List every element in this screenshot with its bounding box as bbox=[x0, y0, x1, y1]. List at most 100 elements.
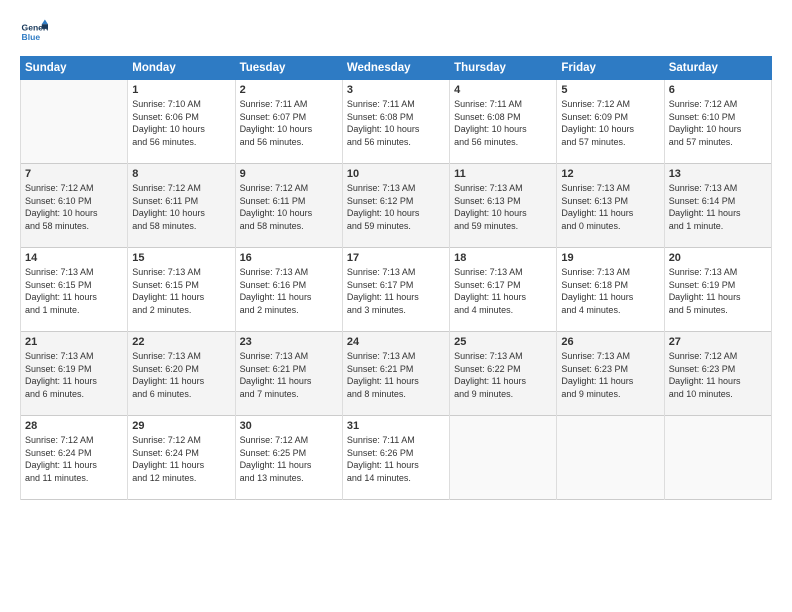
day-cell: 11Sunrise: 7:13 AM Sunset: 6:13 PM Dayli… bbox=[450, 164, 557, 248]
day-number: 21 bbox=[25, 336, 123, 348]
day-info: Sunrise: 7:13 AM Sunset: 6:20 PM Dayligh… bbox=[132, 350, 230, 400]
day-number: 29 bbox=[132, 420, 230, 432]
day-cell: 23 Sunrise: 7:13 AM Sunset: 6:21 PM Dayli… bbox=[235, 332, 342, 416]
day-info: Sunrise: 7:13 AM Sunset: 6:12 PM Dayligh… bbox=[347, 182, 445, 232]
day-cell: 30 Sunrise: 7:12 AM Sunset: 6:25 PM Dayli… bbox=[235, 416, 342, 500]
day-info: Sunrise: 7:13 AM Sunset: 6:15 PM Dayligh… bbox=[25, 266, 123, 316]
day-info: Sunrise: 7:13 AM Sunset: 6:17 PM Dayligh… bbox=[347, 266, 445, 316]
day-cell: 27Sunrise: 7:12 AM Sunset: 6:23 PM Dayli… bbox=[664, 332, 771, 416]
day-cell: 22 Sunrise: 7:13 AM Sunset: 6:20 PM Dayli… bbox=[128, 332, 235, 416]
day-number: 5 bbox=[561, 84, 659, 96]
weekday-sunday: Sunday bbox=[21, 57, 128, 80]
day-info: Sunrise: 7:10 AM Sunset: 6:06 PM Dayligh… bbox=[132, 98, 230, 148]
day-info: Sunrise: 7:13 AM Sunset: 6:17 PM Dayligh… bbox=[454, 266, 552, 316]
day-cell: 20 Sunrise: 7:13 AM Sunset: 6:19 PM Dayli… bbox=[664, 248, 771, 332]
day-number: 25 bbox=[454, 336, 552, 348]
day-number: 9 bbox=[240, 168, 338, 180]
day-number: 12 bbox=[561, 168, 659, 180]
day-cell bbox=[450, 416, 557, 500]
day-info: Sunrise: 7:13 AM Sunset: 6:19 PM Dayligh… bbox=[25, 350, 123, 400]
day-cell: 14Sunrise: 7:13 AM Sunset: 6:15 PM Dayli… bbox=[21, 248, 128, 332]
logo-icon: General Blue bbox=[20, 18, 48, 46]
header: General Blue bbox=[20, 18, 772, 46]
day-info: Sunrise: 7:12 AM Sunset: 6:24 PM Dayligh… bbox=[25, 434, 123, 484]
day-info: Sunrise: 7:12 AM Sunset: 6:09 PM Dayligh… bbox=[561, 98, 659, 148]
day-info: Sunrise: 7:11 AM Sunset: 6:08 PM Dayligh… bbox=[347, 98, 445, 148]
day-info: Sunrise: 7:11 AM Sunset: 6:07 PM Dayligh… bbox=[240, 98, 338, 148]
day-info: Sunrise: 7:12 AM Sunset: 6:23 PM Dayligh… bbox=[669, 350, 767, 400]
day-cell: 6 Sunrise: 7:12 AM Sunset: 6:10 PM Daylig… bbox=[664, 80, 771, 164]
day-cell: 2 Sunrise: 7:11 AM Sunset: 6:07 PM Daylig… bbox=[235, 80, 342, 164]
day-cell: 24 Sunrise: 7:13 AM Sunset: 6:21 PM Dayli… bbox=[342, 332, 449, 416]
day-info: Sunrise: 7:13 AM Sunset: 6:14 PM Dayligh… bbox=[669, 182, 767, 232]
day-info: Sunrise: 7:12 AM Sunset: 6:25 PM Dayligh… bbox=[240, 434, 338, 484]
day-cell bbox=[664, 416, 771, 500]
day-info: Sunrise: 7:13 AM Sunset: 6:19 PM Dayligh… bbox=[669, 266, 767, 316]
day-info: Sunrise: 7:13 AM Sunset: 6:22 PM Dayligh… bbox=[454, 350, 552, 400]
day-info: Sunrise: 7:12 AM Sunset: 6:11 PM Dayligh… bbox=[240, 182, 338, 232]
weekday-tuesday: Tuesday bbox=[235, 57, 342, 80]
day-number: 7 bbox=[25, 168, 123, 180]
day-info: Sunrise: 7:13 AM Sunset: 6:16 PM Dayligh… bbox=[240, 266, 338, 316]
day-cell: 3 Sunrise: 7:11 AM Sunset: 6:08 PM Daylig… bbox=[342, 80, 449, 164]
day-info: Sunrise: 7:13 AM Sunset: 6:21 PM Dayligh… bbox=[347, 350, 445, 400]
day-cell: 31 Sunrise: 7:11 AM Sunset: 6:26 PM Dayli… bbox=[342, 416, 449, 500]
calendar-table: SundayMondayTuesdayWednesdayThursdayFrid… bbox=[20, 56, 772, 500]
weekday-monday: Monday bbox=[128, 57, 235, 80]
day-cell: 7 Sunrise: 7:12 AM Sunset: 6:10 PM Daylig… bbox=[21, 164, 128, 248]
week-row-4: 21 Sunrise: 7:13 AM Sunset: 6:19 PM Dayli… bbox=[21, 332, 772, 416]
day-info: Sunrise: 7:11 AM Sunset: 6:26 PM Dayligh… bbox=[347, 434, 445, 484]
day-number: 2 bbox=[240, 84, 338, 96]
week-row-1: 1 Sunrise: 7:10 AM Sunset: 6:06 PM Daylig… bbox=[21, 80, 772, 164]
week-row-3: 14Sunrise: 7:13 AM Sunset: 6:15 PM Dayli… bbox=[21, 248, 772, 332]
day-cell: 13 Sunrise: 7:13 AM Sunset: 6:14 PM Dayli… bbox=[664, 164, 771, 248]
day-number: 1 bbox=[132, 84, 230, 96]
day-info: Sunrise: 7:12 AM Sunset: 6:24 PM Dayligh… bbox=[132, 434, 230, 484]
day-number: 24 bbox=[347, 336, 445, 348]
page: General Blue SundayMondayTuesdayWednesda… bbox=[0, 0, 792, 612]
day-cell: 10Sunrise: 7:13 AM Sunset: 6:12 PM Dayli… bbox=[342, 164, 449, 248]
day-cell: 12 Sunrise: 7:13 AM Sunset: 6:13 PM Dayli… bbox=[557, 164, 664, 248]
day-number: 13 bbox=[669, 168, 767, 180]
weekday-thursday: Thursday bbox=[450, 57, 557, 80]
day-number: 6 bbox=[669, 84, 767, 96]
day-number: 11 bbox=[454, 168, 552, 180]
day-info: Sunrise: 7:12 AM Sunset: 6:10 PM Dayligh… bbox=[25, 182, 123, 232]
week-row-5: 28 Sunrise: 7:12 AM Sunset: 6:24 PM Dayli… bbox=[21, 416, 772, 500]
day-cell: 21 Sunrise: 7:13 AM Sunset: 6:19 PM Dayli… bbox=[21, 332, 128, 416]
weekday-friday: Friday bbox=[557, 57, 664, 80]
day-number: 28 bbox=[25, 420, 123, 432]
weekday-header-row: SundayMondayTuesdayWednesdayThursdayFrid… bbox=[21, 57, 772, 80]
day-number: 16 bbox=[240, 252, 338, 264]
day-number: 15 bbox=[132, 252, 230, 264]
day-cell bbox=[557, 416, 664, 500]
day-cell: 4 Sunrise: 7:11 AM Sunset: 6:08 PM Daylig… bbox=[450, 80, 557, 164]
day-number: 8 bbox=[132, 168, 230, 180]
day-number: 23 bbox=[240, 336, 338, 348]
weekday-saturday: Saturday bbox=[664, 57, 771, 80]
day-number: 31 bbox=[347, 420, 445, 432]
day-number: 22 bbox=[132, 336, 230, 348]
day-cell: 17 Sunrise: 7:13 AM Sunset: 6:17 PM Dayli… bbox=[342, 248, 449, 332]
day-number: 20 bbox=[669, 252, 767, 264]
day-number: 26 bbox=[561, 336, 659, 348]
day-number: 30 bbox=[240, 420, 338, 432]
day-cell: 29 Sunrise: 7:12 AM Sunset: 6:24 PM Dayli… bbox=[128, 416, 235, 500]
day-number: 17 bbox=[347, 252, 445, 264]
day-number: 3 bbox=[347, 84, 445, 96]
day-info: Sunrise: 7:11 AM Sunset: 6:08 PM Dayligh… bbox=[454, 98, 552, 148]
day-number: 4 bbox=[454, 84, 552, 96]
day-info: Sunrise: 7:13 AM Sunset: 6:21 PM Dayligh… bbox=[240, 350, 338, 400]
day-cell: 15Sunrise: 7:13 AM Sunset: 6:15 PM Dayli… bbox=[128, 248, 235, 332]
day-cell bbox=[21, 80, 128, 164]
day-cell: 28 Sunrise: 7:12 AM Sunset: 6:24 PM Dayli… bbox=[21, 416, 128, 500]
day-number: 18 bbox=[454, 252, 552, 264]
day-cell: 25 Sunrise: 7:13 AM Sunset: 6:22 PM Dayli… bbox=[450, 332, 557, 416]
day-info: Sunrise: 7:13 AM Sunset: 6:13 PM Dayligh… bbox=[561, 182, 659, 232]
day-cell: 26 Sunrise: 7:13 AM Sunset: 6:23 PM Dayli… bbox=[557, 332, 664, 416]
day-cell: 16 Sunrise: 7:13 AM Sunset: 6:16 PM Dayli… bbox=[235, 248, 342, 332]
day-cell: 19Sunrise: 7:13 AM Sunset: 6:18 PM Dayli… bbox=[557, 248, 664, 332]
day-info: Sunrise: 7:12 AM Sunset: 6:10 PM Dayligh… bbox=[669, 98, 767, 148]
day-info: Sunrise: 7:13 AM Sunset: 6:23 PM Dayligh… bbox=[561, 350, 659, 400]
week-row-2: 7 Sunrise: 7:12 AM Sunset: 6:10 PM Daylig… bbox=[21, 164, 772, 248]
